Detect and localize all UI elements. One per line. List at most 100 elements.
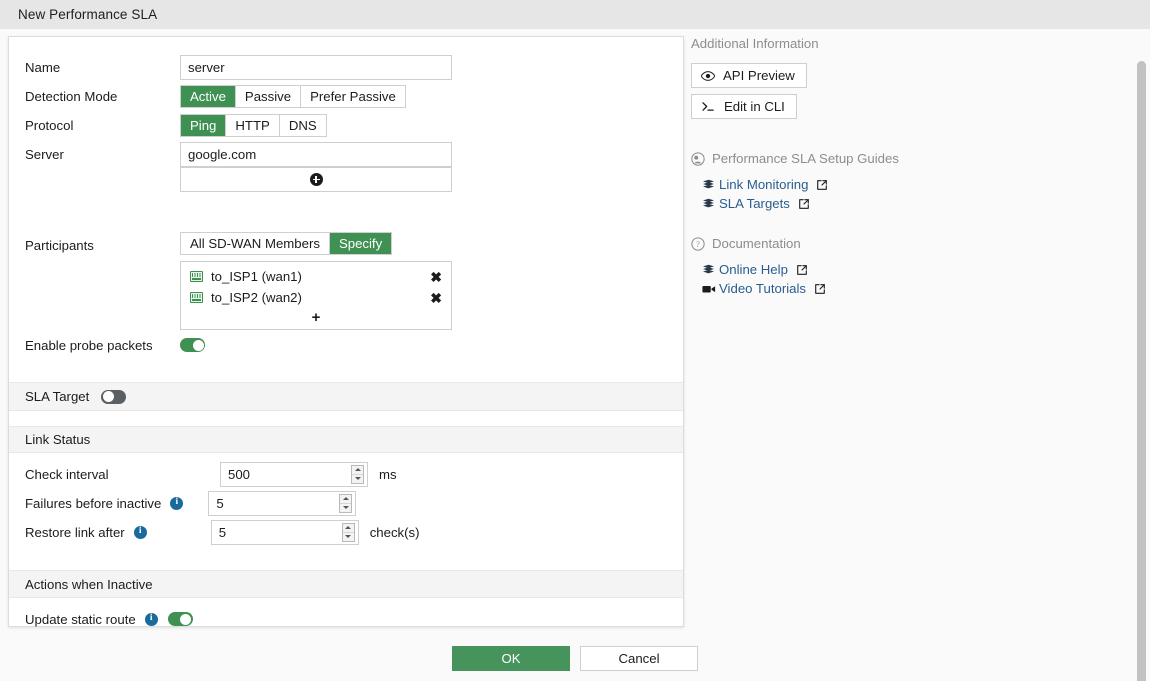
restore-spin-buttons[interactable] bbox=[342, 523, 355, 542]
edit-in-cli-button[interactable]: Edit in CLI bbox=[691, 94, 797, 119]
detection-mode-option-passive[interactable]: Passive bbox=[236, 86, 301, 107]
external-link-icon[interactable] bbox=[796, 264, 808, 276]
list-item[interactable]: to_ISP1 (wan1) ✖ bbox=[181, 266, 451, 287]
online-help-row[interactable]: Online Help bbox=[702, 260, 1111, 279]
actions-when-inactive-section-header: Actions when Inactive bbox=[9, 570, 683, 598]
eye-icon bbox=[701, 71, 715, 81]
link-monitoring-row[interactable]: Link Monitoring bbox=[702, 175, 1111, 194]
dialog-title: New Performance SLA bbox=[18, 7, 157, 22]
add-participant-button[interactable]: + bbox=[181, 308, 451, 327]
documentation-title-row: ? Documentation bbox=[691, 236, 1111, 251]
update-static-route-label: Update static route bbox=[25, 612, 136, 627]
detection-mode-segmented: Active Passive Prefer Passive bbox=[180, 85, 406, 108]
restore-link-after-input[interactable] bbox=[211, 520, 359, 545]
restore-link-after-unit: check(s) bbox=[370, 525, 420, 540]
participant-name: to_ISP1 (wan1) bbox=[211, 269, 428, 284]
restore-link-after-label: Restore link after bbox=[25, 525, 125, 540]
svg-text:?: ? bbox=[696, 240, 700, 249]
participants-listbox: to_ISP1 (wan1) ✖ to_ISP2 (wan2) ✖ + bbox=[180, 261, 452, 330]
check-interval-unit: ms bbox=[379, 467, 397, 482]
failures-before-inactive-stepper[interactable] bbox=[208, 491, 356, 516]
cancel-button[interactable]: Cancel bbox=[580, 646, 698, 671]
actions-when-inactive-title: Actions when Inactive bbox=[25, 577, 153, 592]
info-icon[interactable]: i bbox=[145, 613, 158, 626]
name-input[interactable] bbox=[180, 55, 452, 80]
setup-guides-title-row: Performance SLA Setup Guides bbox=[691, 151, 1111, 166]
update-static-route-toggle[interactable] bbox=[168, 612, 193, 626]
additional-information-panel: Additional Information API Preview bbox=[691, 36, 1111, 298]
additional-information-title-row: Additional Information bbox=[691, 36, 1111, 51]
plus-circle-icon bbox=[310, 173, 323, 186]
external-link-icon[interactable] bbox=[798, 198, 810, 210]
book-icon bbox=[702, 198, 719, 209]
failures-before-inactive-input[interactable] bbox=[208, 491, 356, 516]
video-icon bbox=[702, 284, 719, 294]
add-server-button[interactable] bbox=[180, 167, 452, 192]
sla-target-toggle[interactable] bbox=[101, 390, 126, 404]
close-icon[interactable]: ✖ bbox=[428, 291, 444, 305]
video-tutorials-link[interactable]: Video Tutorials bbox=[719, 281, 806, 296]
scrollbar-thumb[interactable] bbox=[1137, 61, 1146, 681]
sla-targets-link[interactable]: SLA Targets bbox=[719, 196, 790, 211]
protocol-label: Protocol bbox=[25, 118, 180, 133]
participants-segmented: All SD-WAN Members Specify bbox=[180, 232, 392, 255]
close-icon[interactable]: ✖ bbox=[428, 270, 444, 284]
check-interval-input[interactable] bbox=[220, 462, 368, 487]
form-panel: Name Detection Mode Active Passive Prefe… bbox=[8, 36, 684, 627]
spin-up-icon[interactable] bbox=[343, 524, 354, 533]
spin-up-icon[interactable] bbox=[352, 466, 363, 475]
api-preview-button[interactable]: API Preview bbox=[691, 63, 807, 88]
info-icon[interactable]: i bbox=[170, 497, 183, 510]
protocol-option-http[interactable]: HTTP bbox=[226, 115, 279, 136]
check-interval-label: Check interval bbox=[25, 467, 220, 482]
detection-mode-label: Detection Mode bbox=[25, 89, 180, 104]
protocol-option-ping[interactable]: Ping bbox=[181, 115, 226, 136]
failures-before-inactive-label: Failures before inactive bbox=[25, 496, 161, 511]
failures-spin-buttons[interactable] bbox=[339, 494, 352, 513]
spin-down-icon[interactable] bbox=[343, 533, 354, 541]
vertical-scrollbar[interactable] bbox=[1136, 61, 1147, 681]
question-circle-icon: ? bbox=[691, 237, 705, 251]
external-link-icon[interactable] bbox=[816, 179, 828, 191]
spin-down-icon[interactable] bbox=[352, 475, 363, 483]
detection-mode-option-prefer-passive[interactable]: Prefer Passive bbox=[301, 86, 405, 107]
server-input[interactable] bbox=[180, 142, 452, 167]
new-performance-sla-dialog: New Performance SLA Name Detection Mode … bbox=[0, 0, 1150, 681]
external-link-icon[interactable] bbox=[814, 283, 826, 295]
sla-target-section: SLA Target bbox=[9, 382, 683, 411]
participants-option-all-members[interactable]: All SD-WAN Members bbox=[181, 233, 330, 254]
online-help-link[interactable]: Online Help bbox=[719, 262, 788, 277]
book-icon bbox=[702, 179, 719, 190]
server-label: Server bbox=[25, 147, 180, 162]
spin-up-icon[interactable] bbox=[340, 495, 351, 504]
enable-probe-packets-label: Enable probe packets bbox=[25, 338, 180, 353]
detection-mode-option-active[interactable]: Active bbox=[181, 86, 236, 107]
edit-in-cli-label: Edit in CLI bbox=[724, 99, 785, 114]
list-item[interactable]: to_ISP2 (wan2) ✖ bbox=[181, 287, 451, 308]
spin-down-icon[interactable] bbox=[340, 504, 351, 512]
restore-link-after-stepper[interactable] bbox=[211, 520, 359, 545]
check-interval-stepper[interactable] bbox=[220, 462, 368, 487]
cli-prompt-icon bbox=[701, 101, 716, 112]
info-icon[interactable]: i bbox=[134, 526, 147, 539]
book-icon bbox=[702, 264, 719, 275]
setup-guides-title: Performance SLA Setup Guides bbox=[712, 151, 899, 166]
name-label: Name bbox=[25, 60, 180, 75]
participants-option-specify[interactable]: Specify bbox=[330, 233, 391, 254]
video-tutorials-row[interactable]: Video Tutorials bbox=[702, 279, 1111, 298]
documentation-title: Documentation bbox=[712, 236, 801, 251]
interface-icon bbox=[190, 271, 203, 282]
sla-targets-row[interactable]: SLA Targets bbox=[702, 194, 1111, 213]
enable-probe-packets-toggle[interactable] bbox=[180, 338, 205, 352]
protocol-segmented: Ping HTTP DNS bbox=[180, 114, 327, 137]
check-interval-spin-buttons[interactable] bbox=[351, 465, 364, 484]
link-status-section-header: Link Status bbox=[9, 426, 683, 453]
ok-button[interactable]: OK bbox=[452, 646, 570, 671]
protocol-option-dns[interactable]: DNS bbox=[280, 115, 326, 136]
guide-icon bbox=[691, 152, 705, 166]
dialog-body: Name Detection Mode Active Passive Prefe… bbox=[0, 29, 1150, 681]
additional-information-title: Additional Information bbox=[691, 36, 819, 51]
link-monitoring-link[interactable]: Link Monitoring bbox=[719, 177, 808, 192]
dialog-titlebar: New Performance SLA bbox=[0, 0, 1150, 29]
interface-icon bbox=[190, 292, 203, 303]
